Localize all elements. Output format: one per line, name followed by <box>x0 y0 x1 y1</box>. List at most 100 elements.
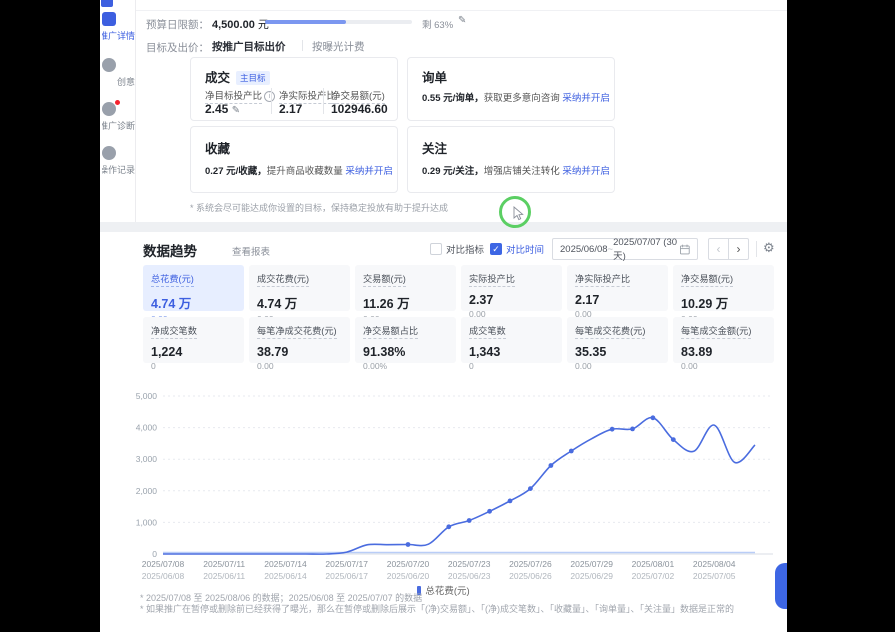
metric-value: 91.38% <box>363 345 448 359</box>
tab-bid-by-goal[interactable]: 按推广目标出价 <box>212 39 286 54</box>
footnote-disclaimer: * 如果推广在暂停或删除前已经获得了曝光，那么在暂停或删除后展示「(净)交易额」… <box>140 602 734 615</box>
svg-text:2025/07/26: 2025/07/26 <box>509 559 552 569</box>
svg-text:2025/07/29: 2025/07/29 <box>570 559 613 569</box>
metric-value: 102946.60 <box>331 102 388 116</box>
adopt-enable-link[interactable]: 采纳并开启 <box>562 166 610 177</box>
svg-text:2025/06/11: 2025/06/11 <box>203 571 245 581</box>
budget-progress-track <box>265 20 412 24</box>
sidebar: 推广详情 创意 推广诊断 操作记录 <box>100 0 136 222</box>
app-window: 推广详情 创意 推广诊断 操作记录 预算日限额： 4,500.00 元 剩 63… <box>100 0 787 632</box>
sidebar-item-history[interactable]: 操作记录 <box>102 146 135 176</box>
metric-card-gmv[interactable]: 交易额(元) 11.26 万 0.00 <box>355 265 456 311</box>
primary-goal-badge: 主目标 <box>236 71 270 85</box>
tab-bid-by-impression[interactable]: 按曝光计费 <box>312 39 365 54</box>
click-indicator-ring <box>499 196 531 228</box>
svg-text:2025/07/02: 2025/07/02 <box>632 571 675 581</box>
metric-value: 83.89 <box>681 345 766 359</box>
metric-label: 成交笔数 <box>469 323 506 339</box>
history-clock-icon <box>102 146 116 160</box>
next-period-button[interactable]: › <box>728 238 749 260</box>
metric-value: 4.74 万 <box>151 293 236 312</box>
edit-roi-icon[interactable]: ✎ <box>232 105 240 116</box>
compare-time-label: 对比时间 <box>506 242 544 256</box>
svg-text:2,000: 2,000 <box>136 486 158 496</box>
goal-card-title: 收藏 <box>205 138 230 157</box>
tab-divider <box>302 40 303 51</box>
metric-card-total-cost[interactable]: 总花费(元) 4.74 万 0.00 <box>143 265 244 311</box>
page: { "colors": {"primary":"#3d5fe0","chart_… <box>0 0 895 632</box>
compare-metric-checkbox[interactable] <box>430 243 442 255</box>
metric-label: 净交易额占比 <box>363 323 418 339</box>
metric-card-net-gmv[interactable]: 净交易额(元) 10.29 万 0.00 <box>673 265 774 311</box>
sidebar-item-diagnosis[interactable]: 推广诊断 <box>102 102 135 132</box>
bidding-label: 目标及出价： <box>146 40 209 55</box>
goal-card-title: 关注 <box>422 138 447 157</box>
svg-text:2025/06/20: 2025/06/20 <box>387 571 430 581</box>
adopt-enable-link[interactable]: 采纳并开启 <box>562 93 610 104</box>
svg-text:2025/07/23: 2025/07/23 <box>448 559 491 569</box>
adopt-enable-link[interactable]: 采纳并开启 <box>345 166 393 177</box>
mouse-cursor-icon <box>513 206 524 221</box>
metric-value: 10.29 万 <box>681 293 766 312</box>
svg-text:1,000: 1,000 <box>136 517 158 527</box>
metric-label: 总花费(元) <box>151 271 194 287</box>
budget-edit-icon[interactable]: ✎ <box>458 15 466 26</box>
svg-text:2025/07/20: 2025/07/20 <box>387 559 430 569</box>
settings-gear-icon[interactable]: ⚙ <box>763 240 775 256</box>
info-icon[interactable]: i <box>264 91 275 102</box>
promo-detail-icon <box>102 12 116 26</box>
compare-metric-toggle[interactable]: 对比指标 <box>430 242 484 256</box>
metric-label: 每笔成交花费(元) <box>575 323 645 339</box>
metric-card-cost-per-order[interactable]: 每笔成交花费(元) 35.35 0.00 <box>567 317 668 363</box>
metric-value: 2.17 <box>279 102 302 116</box>
metric-value: 1,343 <box>469 345 554 359</box>
svg-text:2025/06/23: 2025/06/23 <box>448 571 491 581</box>
svg-text:2025/06/08: 2025/06/08 <box>142 571 185 581</box>
legend-label: 总花费(元) <box>425 586 469 597</box>
prev-period-button[interactable]: ‹ <box>708 238 729 260</box>
metric-value: 1,224 <box>151 345 236 359</box>
metric-card-roi[interactable]: 实际投产比 2.37 0.00 <box>461 265 562 311</box>
svg-text:2025/06/14: 2025/06/14 <box>264 571 307 581</box>
column-divider <box>271 88 272 114</box>
notification-dot <box>115 100 120 105</box>
svg-text:2025/07/05: 2025/07/05 <box>693 571 736 581</box>
metric-card-deal-cost[interactable]: 成交花费(元) 4.74 万 0.00 <box>249 265 350 311</box>
sidebar-item-label: 操作记录 <box>102 163 135 176</box>
metric-value: 38.79 <box>257 345 342 359</box>
metric-value: 2.37 <box>469 293 554 307</box>
metric-value: 4.74 万 <box>257 293 342 312</box>
svg-text:2025/07/17: 2025/07/17 <box>325 559 368 569</box>
goal-note: * 系统会尽可能达成你设置的目标，保持稳定投放有助于提升达成 <box>190 201 448 214</box>
metric-label: 净交易额(元) <box>331 88 385 102</box>
metric-card-orders[interactable]: 成交笔数 1,343 0 <box>461 317 562 363</box>
view-report-link[interactable]: 查看报表 <box>232 244 270 258</box>
metric-compare-value: 0.00 <box>681 361 766 371</box>
metric-compare-value: 0 <box>469 361 554 371</box>
metric-compare-value: 0.00 <box>575 361 660 371</box>
metric-label: 每笔净成交花费(元) <box>257 323 337 339</box>
sidebar-item-creative[interactable]: 创意 <box>102 58 135 88</box>
svg-text:2025/06/26: 2025/06/26 <box>509 571 552 581</box>
metric-label: 净目标投产比i <box>205 88 275 102</box>
metric-value: 35.35 <box>575 345 660 359</box>
svg-text:2025/06/29: 2025/06/29 <box>570 571 613 581</box>
metric-value: 2.17 <box>575 293 660 307</box>
svg-text:4,000: 4,000 <box>136 423 158 433</box>
goal-card-title: 询单 <box>422 67 447 86</box>
metric-card-net-roi[interactable]: 净实际投产比 2.17 0.00 <box>567 265 668 311</box>
metric-card-net-gmv-ratio[interactable]: 净交易额占比 91.38% 0.00% <box>355 317 456 363</box>
compare-time-checkbox[interactable]: ✓ <box>490 243 502 255</box>
date-range-picker[interactable]: 2025/06/08 ~ 2025/07/07 (30天) <box>552 238 698 260</box>
metric-card-net-orders[interactable]: 净成交笔数 1,224 0 <box>143 317 244 363</box>
compare-time-toggle[interactable]: ✓ 对比时间 <box>490 242 544 256</box>
controls-divider <box>756 241 757 257</box>
goal-card-favorite: 收藏 0.27 元/收藏，提升商品收藏数量 采纳并开启 <box>190 126 398 193</box>
metric-card-net-cost-per-order[interactable]: 每笔净成交花费(元) 38.79 0.00 <box>249 317 350 363</box>
creative-icon <box>102 58 116 72</box>
metric-label: 每笔成交金额(元) <box>681 323 751 339</box>
floating-action-button[interactable] <box>775 563 787 609</box>
svg-text:2025/08/01: 2025/08/01 <box>632 559 675 569</box>
metric-card-amount-per-order[interactable]: 每笔成交金额(元) 83.89 0.00 <box>673 317 774 363</box>
sidebar-item-promo-detail[interactable]: 推广详情 <box>102 12 135 42</box>
